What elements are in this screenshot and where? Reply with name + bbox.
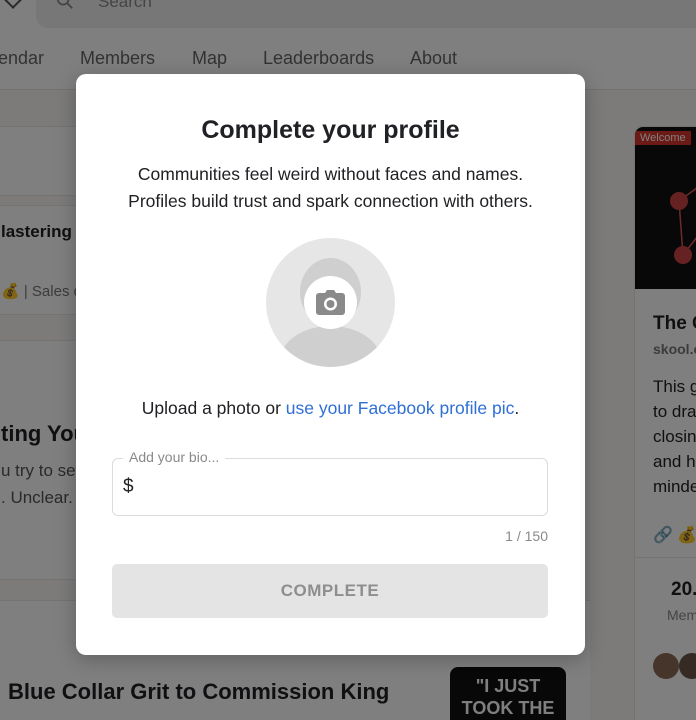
description-line: Profiles build trust and spark connectio… — [128, 191, 533, 211]
upload-suffix: . — [514, 398, 520, 418]
complete-profile-modal: Complete your profile Communities feel w… — [76, 74, 585, 655]
modal-description: Communities feel weird without faces and… — [76, 161, 585, 215]
bio-char-count: 1 / 150 — [505, 528, 548, 544]
avatar-placeholder-body — [280, 326, 381, 367]
camera-icon[interactable] — [316, 290, 345, 315]
bio-label: Add your bio... — [123, 449, 226, 465]
description-line: Communities feel weird without faces and… — [137, 164, 524, 184]
modal-title: Complete your profile — [201, 116, 460, 144]
complete-button[interactable]: COMPLETE — [112, 564, 548, 618]
bio-input[interactable] — [123, 473, 533, 501]
upload-text: Upload a photo or — [141, 398, 286, 418]
upload-instructions: Upload a photo or use your Facebook prof… — [76, 398, 585, 419]
facebook-profile-pic-link[interactable]: use your Facebook profile pic — [286, 398, 515, 418]
avatar-upload[interactable] — [266, 238, 395, 367]
bio-field[interactable]: Add your bio... — [112, 449, 548, 516]
